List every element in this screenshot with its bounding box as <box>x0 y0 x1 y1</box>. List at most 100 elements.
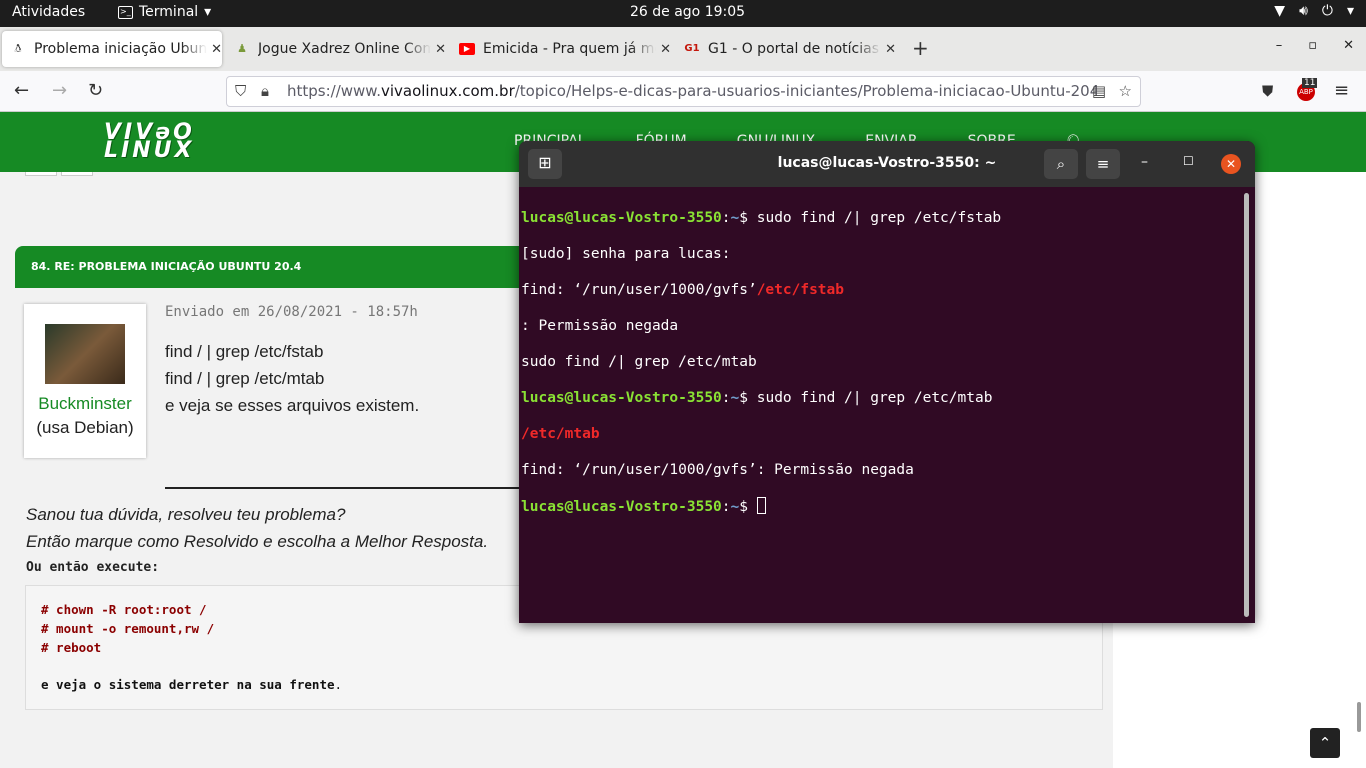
minimize-icon[interactable]: – <box>1276 38 1283 53</box>
code-footer: e veja o sistema derreter na sua frente. <box>41 677 342 692</box>
post-body-line: find / | grep /etc/mtab <box>165 369 324 389</box>
app-menu-terminal[interactable]: >_ Terminal ▾ <box>118 4 211 20</box>
prompt-dollar: $ <box>739 499 756 515</box>
terminal-line: : Permissão negada <box>521 317 1241 335</box>
chess-pawn-icon: ♟ <box>234 41 250 57</box>
clock[interactable]: 26 de ago 19:05 <box>630 4 745 20</box>
tab-g1[interactable]: G1 G1 - O portal de notícias d ✕ <box>676 31 896 67</box>
browser-nav-bar: ← → ↻ ⛉ 🔒︎ https://www.vivaolinux.com.br… <box>0 71 1366 112</box>
close-icon[interactable]: ✕ <box>660 42 671 57</box>
author-name[interactable]: Buckminster <box>24 394 146 414</box>
tab-vivaolinux[interactable]: 🐧︎ Problema iniciação Ubuntu 20.4 ✕ <box>2 31 222 67</box>
back-to-top-button[interactable]: ⌃ <box>1310 728 1340 758</box>
power-icon: ⏻ <box>1322 3 1333 19</box>
tux-icon: 🐧︎ <box>10 41 26 57</box>
g1-icon: G1 <box>684 41 700 57</box>
prompt-sep: : <box>722 499 731 515</box>
volume-icon: 🔊︎ <box>1299 3 1308 19</box>
post-body-line: e veja se esses arquivos existem. <box>165 396 419 416</box>
url-prefix: https://www. <box>287 82 381 100</box>
terminal-line: find: ‘/run/user/1000/gvfs’: Permissão n… <box>521 461 1241 479</box>
terminal-line: find: ‘/run/user/1000/gvfs’/etc/fstab <box>521 281 1241 299</box>
caret-down-icon: ▾ <box>204 4 211 20</box>
terminal-window[interactable]: ⊞ lucas@lucas-Vostro-3550: ~ ⌕ ≡ – ☐ ✕ l… <box>519 141 1255 623</box>
prompt-dollar: $ <box>739 210 756 226</box>
prompt-user: lucas@lucas-Vostro-3550 <box>521 390 722 406</box>
terminal-icon: >_ <box>118 6 133 19</box>
reader-view-icon[interactable]: ▤ <box>1092 77 1106 106</box>
code-footer-text: e veja o sistema derreter na sua frente <box>41 677 335 692</box>
avatar[interactable] <box>45 324 125 384</box>
url-bar[interactable]: ⛉ 🔒︎ https://www.vivaolinux.com.br/topic… <box>226 76 1141 107</box>
pagination-button[interactable] <box>25 172 57 176</box>
prompt-user: lucas@lucas-Vostro-3550 <box>521 499 722 515</box>
page-scrollbar[interactable] <box>1357 702 1361 732</box>
url-text[interactable]: https://www.vivaolinux.com.br/topico/Hel… <box>287 77 1097 106</box>
system-tray[interactable]: ▼ 🔊︎ ⏻ ▾ <box>1274 3 1354 19</box>
activities-button[interactable]: Atividades <box>12 4 85 20</box>
maximize-icon[interactable]: ☐ <box>1183 154 1194 168</box>
tab-title: Jogue Xadrez Online Com <box>258 41 431 57</box>
terminal-line: lucas@lucas-Vostro-3550:~$ <box>521 497 1241 516</box>
terminal-cursor <box>757 497 766 514</box>
close-icon[interactable]: ✕ <box>885 42 896 57</box>
minimize-icon[interactable]: – <box>1141 154 1148 170</box>
lock-icon[interactable]: 🔒︎ <box>261 77 269 106</box>
code-line: # chown -R root:root / <box>41 602 207 617</box>
grep-match: /etc/fstab <box>757 282 844 298</box>
prompt-sep: : <box>722 210 731 226</box>
adblock-badge: 11 <box>1302 78 1317 88</box>
gnome-top-bar: Atividades >_ Terminal ▾ 26 de ago 19:05… <box>0 0 1366 27</box>
output-text: find: ‘/run/user/1000/gvfs’ <box>521 282 757 298</box>
close-icon[interactable]: ✕ <box>1343 38 1354 53</box>
close-icon[interactable]: ✕ <box>211 42 222 57</box>
prompt-path: ~ <box>731 390 740 406</box>
youtube-icon: ▶ <box>459 43 475 55</box>
code-footer-dot: . <box>335 677 343 692</box>
tab-chess[interactable]: ♟ Jogue Xadrez Online Com ✕ <box>226 31 446 67</box>
close-icon[interactable]: ✕ <box>435 42 446 57</box>
app-menu-label: Terminal <box>139 4 198 20</box>
post-title[interactable]: 84. RE: PROBLEMA INICIAÇÃO UBUNTU 20.4 <box>31 260 301 273</box>
terminal-headerbar[interactable]: ⊞ lucas@lucas-Vostro-3550: ~ ⌕ ≡ – ☐ ✕ <box>519 141 1255 187</box>
prompt-user: lucas@lucas-Vostro-3550 <box>521 210 722 226</box>
terminal-scrollbar[interactable] <box>1244 193 1249 617</box>
new-tab-button[interactable]: + <box>912 36 929 60</box>
bookmark-star-icon[interactable]: ☆ <box>1119 77 1132 106</box>
url-domain: vivaolinux.com.br <box>381 82 515 100</box>
command-text: sudo find /| grep /etc/mtab <box>757 390 993 406</box>
code-line: # mount -o remount,rw / <box>41 621 214 636</box>
pagination-button[interactable] <box>61 172 93 176</box>
exec-label: Ou então execute: <box>26 560 159 575</box>
prompt-dollar: $ <box>739 390 756 406</box>
prompt-path: ~ <box>731 499 740 515</box>
forward-arrow-icon[interactable]: → <box>52 81 67 101</box>
code-line: # reboot <box>41 640 101 655</box>
hamburger-menu-icon[interactable]: ≡ <box>1334 81 1349 101</box>
reload-icon[interactable]: ↻ <box>88 81 103 101</box>
command-text: sudo find /| grep /etc/fstab <box>757 210 1001 226</box>
pocket-icon[interactable]: ⛊ <box>1262 81 1273 101</box>
signature-line: Então marque como Resolvido e escolha a … <box>26 532 488 552</box>
hamburger-menu-icon[interactable]: ≡ <box>1086 149 1120 179</box>
close-icon[interactable]: ✕ <box>1221 154 1241 174</box>
vivaolinux-logo[interactable]: VIVəO LINUX <box>104 124 195 160</box>
prompt-sep: : <box>722 390 731 406</box>
signature-divider <box>165 487 525 489</box>
tab-title: G1 - O portal de notícias d <box>708 41 881 57</box>
tab-title: Problema iniciação Ubuntu 20.4 <box>34 41 207 57</box>
shield-icon[interactable]: ⛉ <box>235 77 246 106</box>
author-distro: (usa Debian) <box>24 418 146 438</box>
caret-down-icon: ▾ <box>1347 3 1354 19</box>
terminal-output[interactable]: lucas@lucas-Vostro-3550:~$ sudo find /| … <box>521 191 1241 552</box>
post-timestamp: Enviado em 26/08/2021 - 18:57h <box>165 304 418 320</box>
terminal-line: /etc/mtab <box>521 425 1241 443</box>
search-icon[interactable]: ⌕ <box>1044 149 1078 179</box>
back-arrow-icon[interactable]: ← <box>14 81 29 101</box>
logo-line-2: LINUX <box>104 142 195 160</box>
tab-youtube[interactable]: ▶ Emicida - Pra quem já mo ✕ <box>451 31 671 67</box>
terminal-line: lucas@lucas-Vostro-3550:~$ sudo find /| … <box>521 389 1241 407</box>
signature-line: Sanou tua dúvida, resolveu teu problema? <box>26 505 345 525</box>
maximize-icon[interactable]: ▫ <box>1308 38 1317 53</box>
wifi-icon: ▼ <box>1274 3 1285 19</box>
